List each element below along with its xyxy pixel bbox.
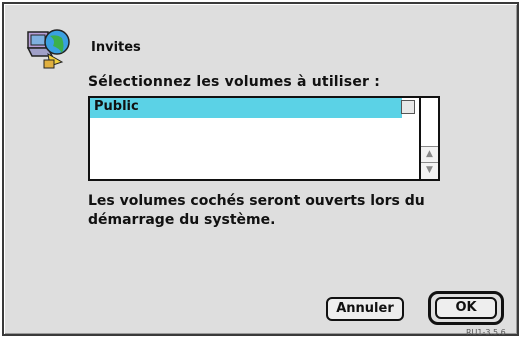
invites-dialog: Invites Sélectionnez les volumes à utili… xyxy=(2,2,519,337)
scroll-up-arrow-icon[interactable]: ▲ xyxy=(421,146,438,163)
figure-reference: RU1-3.5.6 xyxy=(466,328,506,337)
cancel-button[interactable]: Annuler xyxy=(326,297,404,321)
list-item-public[interactable]: Public xyxy=(90,98,402,118)
help-text: Les volumes cochés seront ouverts lors d… xyxy=(88,193,425,228)
volume-list[interactable]: Public ▲ ▼ xyxy=(88,96,440,181)
file-sharing-icon xyxy=(26,26,72,70)
scrollbar[interactable]: ▲ ▼ xyxy=(419,98,438,179)
dialog-title: Invites xyxy=(91,40,141,55)
ok-button[interactable]: OK xyxy=(435,297,497,319)
prompt-label: Sélectionnez les volumes à utiliser : xyxy=(88,74,381,90)
list-item-label: Public xyxy=(94,99,139,114)
default-button-ring: OK xyxy=(428,291,504,325)
volume-checkbox[interactable] xyxy=(401,100,415,114)
scroll-down-arrow-icon[interactable]: ▼ xyxy=(421,162,438,179)
